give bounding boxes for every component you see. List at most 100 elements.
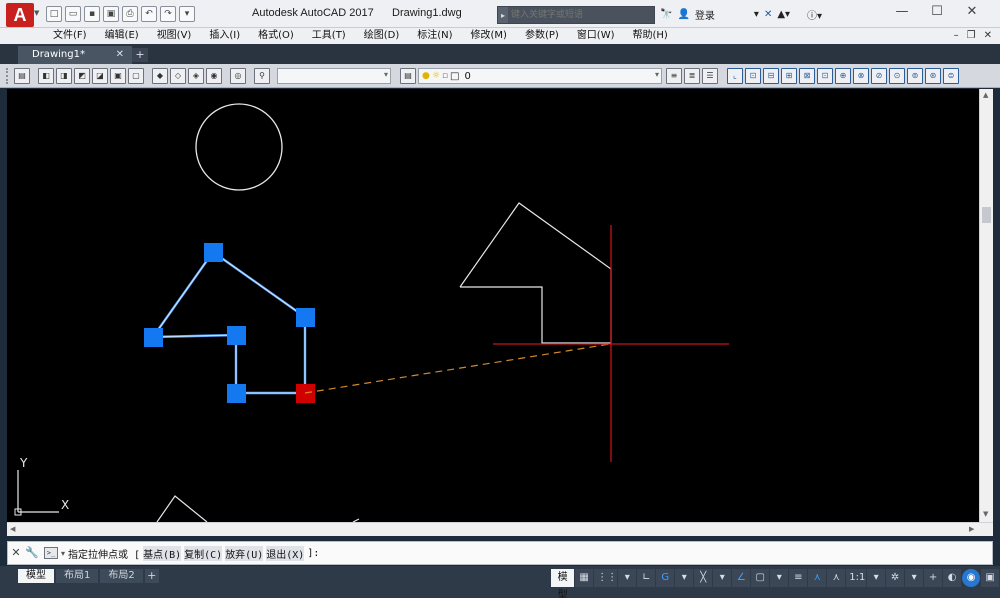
grip[interactable] xyxy=(144,328,163,347)
doc-close-icon[interactable]: ✕ xyxy=(984,28,992,44)
auto-scale-icon[interactable]: ⋏ xyxy=(827,569,846,587)
menu-item-7[interactable]: 标注(N) xyxy=(408,28,461,44)
login-link[interactable]: 登录 xyxy=(695,7,715,22)
isodraft-icon[interactable]: ╳ xyxy=(694,569,713,587)
view-cube-top-icon[interactable]: ◧ xyxy=(38,68,54,84)
circle-entity[interactable] xyxy=(195,103,283,191)
menu-item-1[interactable]: 编辑(E) xyxy=(96,28,148,44)
exchange-icon[interactable]: ✕ xyxy=(764,9,772,20)
login-dropdown-icon[interactable]: ▾ xyxy=(754,9,759,20)
workspace-dropdown-icon[interactable]: ▾ xyxy=(905,569,924,587)
horizontal-scrollbar[interactable]: ◀ ▶ xyxy=(7,522,993,536)
view-cube-right-icon[interactable]: ◪ xyxy=(92,68,108,84)
menu-item-6[interactable]: 绘图(D) xyxy=(355,28,409,44)
linear-dim-icon[interactable]: ⌞ xyxy=(727,68,743,84)
model-space-button[interactable]: 模型 xyxy=(551,569,575,598)
osnap-dropdown-icon[interactable]: ▾ xyxy=(770,569,789,587)
osnap-icon[interactable]: ▢ xyxy=(751,569,770,587)
qat-dropdown-icon[interactable]: ▾ xyxy=(179,6,195,22)
camera-icon[interactable]: ◎ xyxy=(230,68,246,84)
menu-item-2[interactable]: 视图(V) xyxy=(148,28,201,44)
annotation-visibility-icon[interactable]: ⋏ xyxy=(808,569,827,587)
new-tab-button[interactable]: + xyxy=(132,48,148,62)
command-option-base[interactable]: 基点(B) xyxy=(143,545,182,561)
zoom-all-icon[interactable]: ⊚ xyxy=(907,68,923,84)
isolate-icon[interactable]: ◐ xyxy=(943,569,962,587)
scale-dropdown-icon[interactable]: ▾ xyxy=(867,569,886,587)
grip[interactable] xyxy=(227,384,246,403)
command-option-undo[interactable]: 放弃(U) xyxy=(225,545,264,561)
layer-previous-icon[interactable]: ≣ xyxy=(684,68,700,84)
polyline-entity-partial[interactable] xyxy=(156,495,208,522)
tab-drawing1[interactable]: Drawing1* ✕ xyxy=(18,46,132,64)
zoom-out-icon[interactable]: ⊙ xyxy=(889,68,905,84)
menu-item-8[interactable]: 修改(M) xyxy=(462,28,516,44)
grip[interactable] xyxy=(227,326,246,345)
lineweight-icon[interactable]: ≡ xyxy=(789,569,808,587)
iso-ne-icon[interactable]: ◈ xyxy=(188,68,204,84)
close-icon[interactable]: ✕ xyxy=(116,46,124,64)
vertical-scroll-thumb[interactable] xyxy=(982,207,991,223)
drawing-viewport[interactable]: Y X xyxy=(7,89,979,522)
open-file-icon[interactable]: ▭ xyxy=(65,6,81,22)
grip[interactable] xyxy=(296,308,315,327)
close-icon[interactable]: ✕ xyxy=(8,545,24,561)
new-file-icon[interactable]: □ xyxy=(46,6,62,22)
search-input[interactable] xyxy=(508,7,654,23)
scroll-right-icon[interactable]: ▶ xyxy=(969,525,974,533)
command-line[interactable]: ✕ 🔧 >_ ▾ 指定拉伸点或 [ 基点(B) 复制(C) 放弃(U) 退出(X… xyxy=(7,541,993,565)
ortho-icon[interactable]: ∟ xyxy=(637,569,656,587)
pan-icon[interactable]: ⊜ xyxy=(943,68,959,84)
command-option-copy[interactable]: 复制(C) xyxy=(184,545,223,561)
app-menu-dropdown-icon[interactable]: ▼ xyxy=(34,9,42,17)
iso-se-icon[interactable]: ◇ xyxy=(170,68,186,84)
user-icon[interactable]: 👤 xyxy=(677,9,689,20)
menu-item-9[interactable]: 参数(P) xyxy=(516,28,568,44)
doc-restore-icon[interactable]: ❐ xyxy=(967,28,976,44)
layer-iso-icon[interactable]: ☰ xyxy=(702,68,718,84)
zoom-center-icon[interactable]: ⊕ xyxy=(835,68,851,84)
binoculars-icon[interactable]: 🔭 xyxy=(660,9,672,20)
zoom-previous-icon[interactable]: ⊟ xyxy=(763,68,779,84)
hardware-acceleration-icon[interactable]: ◉ xyxy=(962,569,981,587)
zoom-realtime-icon[interactable]: ⊞ xyxy=(781,68,797,84)
snap-icon[interactable]: ⋮⋮ xyxy=(594,569,618,587)
minimize-button[interactable]: — xyxy=(888,3,916,21)
scroll-left-icon[interactable]: ◀ xyxy=(10,525,15,533)
named-views-combo[interactable]: ▾ xyxy=(277,68,391,84)
view-cube-back-icon[interactable]: ▢ xyxy=(128,68,144,84)
print-icon[interactable]: ⎙ xyxy=(122,6,138,22)
layer-states-icon[interactable]: ▤ xyxy=(14,68,30,84)
polyline-entity[interactable] xyxy=(459,202,612,344)
isodraft-dropdown-icon[interactable]: ▾ xyxy=(713,569,732,587)
menu-item-11[interactable]: 帮助(H) xyxy=(624,28,677,44)
polar-icon[interactable]: G xyxy=(656,569,675,587)
zoom-object-icon[interactable]: ⊗ xyxy=(853,68,869,84)
view-cube-left-icon[interactable]: ◩ xyxy=(74,68,90,84)
wrench-icon[interactable]: 🔧 xyxy=(24,545,40,561)
scroll-down-icon[interactable]: ▼ xyxy=(983,510,988,518)
vertical-scrollbar[interactable]: ▲ ▼ xyxy=(979,89,993,522)
annotation-scale-label[interactable]: 1:1 xyxy=(846,569,867,587)
object-snap-tracking-icon[interactable]: ∠ xyxy=(732,569,751,587)
redo-icon[interactable]: ↷ xyxy=(160,6,176,22)
add-layout-button[interactable]: + xyxy=(144,569,159,583)
view-cube-front-icon[interactable]: ▣ xyxy=(110,68,126,84)
help-icon[interactable]: ⓘ▾ xyxy=(807,7,822,22)
iso-sw-icon[interactable]: ◆ xyxy=(152,68,168,84)
undo-icon[interactable]: ↶ xyxy=(141,6,157,22)
clean-screen-icon[interactable]: ▣ xyxy=(981,569,1000,587)
selected-polyline[interactable] xyxy=(152,250,307,395)
command-option-exit[interactable]: 退出(X) xyxy=(266,545,305,561)
zoom-extents-icon[interactable]: ⊛ xyxy=(925,68,941,84)
snap-dropdown-icon[interactable]: ▾ xyxy=(618,569,637,587)
a360-icon[interactable]: ▲▾ xyxy=(777,9,790,20)
layer-combo[interactable]: ● ☼ ▫ □ 0 ▾ xyxy=(418,68,662,84)
save-icon[interactable]: ▪ xyxy=(84,6,100,22)
plus-icon[interactable]: + xyxy=(924,569,943,587)
scroll-up-icon[interactable]: ▲ xyxy=(983,91,988,99)
menu-item-5[interactable]: 工具(T) xyxy=(303,28,355,44)
zoom-window-icon[interactable]: ⊡ xyxy=(745,68,761,84)
tab-layout2[interactable]: 布局2 xyxy=(100,569,143,583)
tab-model[interactable]: 模型 xyxy=(18,569,54,583)
